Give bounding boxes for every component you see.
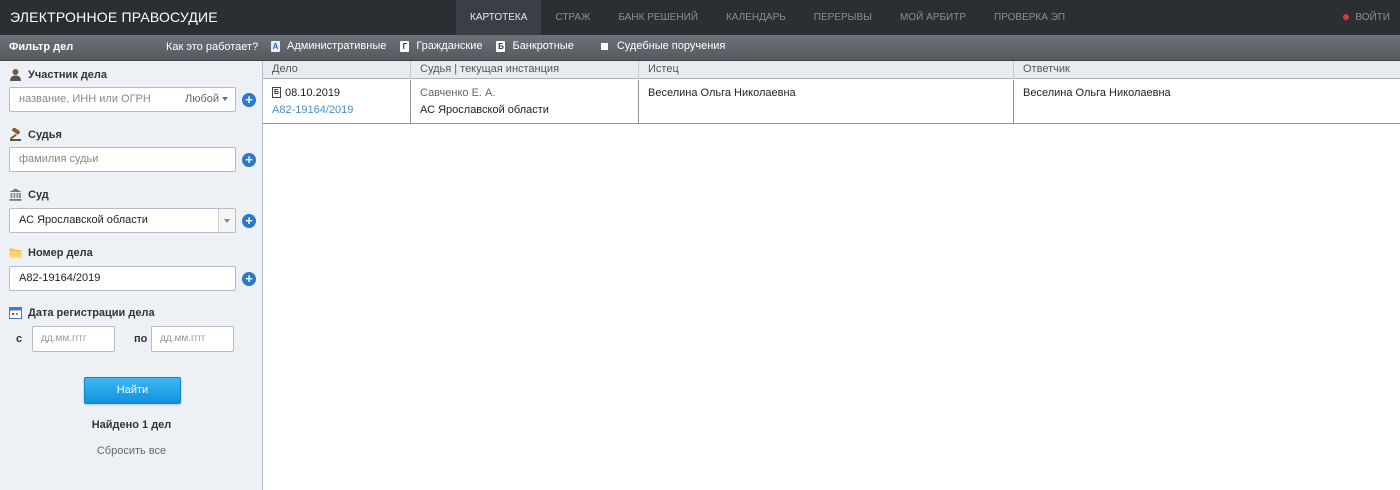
case-number-value: А82-19164/2019	[19, 272, 101, 284]
column-header-plaintiff: Истец	[639, 61, 1014, 79]
filter-court-orders[interactable]: Судебные поручения	[588, 40, 726, 52]
filter-civil[interactable]: Г Гражданские	[400, 40, 482, 52]
participant-role-value: Любой	[184, 93, 219, 105]
table-header: Дело Судья | текущая инстанция Истец Отв…	[263, 61, 1400, 79]
filter-bankruptcy[interactable]: Б Банкротные	[496, 40, 574, 52]
date-label-row: Дата регистрации дела	[9, 306, 155, 319]
filter-sidebar: Участник дела название, ИНН или ОГРН Люб…	[0, 61, 263, 490]
add-court-button[interactable]: +	[242, 214, 256, 228]
person-icon	[10, 69, 21, 81]
judge-label: Судья	[28, 128, 62, 141]
found-count: Найдено 1 дел	[91, 419, 172, 431]
participant-label-row: Участник дела	[9, 68, 107, 81]
bankruptcy-case-icon: Б	[272, 87, 281, 98]
gavel-icon	[9, 128, 21, 141]
nav-tab-bank-resheniy[interactable]: БАНК РЕШЕНИЙ	[604, 0, 712, 35]
participant-input[interactable]: название, ИНН или ОГРН Любой	[9, 87, 236, 112]
case-number-link[interactable]: А82-19164/2019	[272, 104, 353, 116]
column-header-defendant: Ответчик	[1023, 63, 1070, 75]
column-header-judge: Судья | текущая инстанция	[411, 61, 639, 79]
judge-name: Савченко Е. А.	[420, 87, 496, 99]
court-dropdown-arrow-icon[interactable]	[218, 209, 235, 232]
nav-tab-strazh[interactable]: СТРАЖ	[541, 0, 604, 35]
nav-tab-proverka-ep[interactable]: ПРОВЕРКА ЭП	[980, 0, 1079, 35]
how-it-works-link[interactable]: Как это работает?	[166, 41, 258, 53]
nav-tab-moy-arbitr[interactable]: МОЙ АРБИТР	[886, 0, 980, 35]
nav-tab-kalendar[interactable]: КАЛЕНДАРЬ	[712, 0, 800, 35]
defendant-name: Веселина Ольга Николаевна	[1023, 87, 1171, 99]
civil-doc-icon: Г	[400, 40, 410, 52]
login-label: ВОЙТИ	[1355, 12, 1390, 23]
add-participant-button[interactable]: +	[242, 93, 256, 107]
participant-role-select[interactable]: Любой	[185, 88, 228, 111]
status-dot-icon	[1343, 14, 1350, 21]
filter-administrative-label: Административные	[287, 40, 387, 52]
administrative-doc-icon: А	[271, 40, 280, 52]
date-to-input[interactable]: дд.мм.гггг	[151, 326, 234, 352]
case-number-label: Номер дела	[28, 246, 93, 259]
plaintiff-name: Веселина Ольга Николаевна	[648, 87, 796, 99]
login-link[interactable]: ВОЙТИ	[1343, 0, 1390, 35]
case-cell: Б 08.10.2019 А82-19164/2019	[263, 80, 411, 124]
court-select[interactable]: АС Ярославской области	[9, 208, 236, 233]
top-navigation-bar: ЭЛЕКТРОННОЕ ПРАВОСУДИЕ КАРТОТЕКА СТРАЖ Б…	[0, 0, 1400, 35]
column-header-case: Дело	[263, 61, 411, 79]
filter-title: Фильтр дел	[9, 41, 74, 53]
date-from-label: с	[16, 333, 23, 345]
court-orders-square-icon	[600, 42, 608, 50]
nav-tab-kartoteka[interactable]: КАРТОТЕКА	[456, 0, 542, 35]
case-date: 08.10.2019	[285, 87, 341, 99]
date-to-label: по	[134, 333, 148, 345]
judge-label-row: Судья	[9, 128, 62, 141]
participant-label: Участник дела	[28, 68, 108, 81]
judge-input[interactable]: фамилия судьи	[9, 147, 236, 172]
filter-civil-label: Гражданские	[416, 40, 483, 52]
find-button[interactable]: Найти	[84, 377, 181, 404]
plaintiff-cell: Веселина Ольга Николаевна	[639, 80, 1014, 124]
reset-all-link[interactable]: Сбросить все	[0, 445, 263, 457]
add-case-number-button[interactable]: +	[242, 272, 256, 286]
add-judge-button[interactable]: +	[242, 153, 256, 167]
defendant-cell: Веселина Ольга Николаевна	[1014, 80, 1400, 124]
filter-administrative[interactable]: А Административные	[271, 40, 386, 52]
folder-icon	[9, 248, 22, 258]
courthouse-icon	[9, 188, 22, 201]
chevron-down-icon	[222, 97, 228, 102]
filter-court-orders-label: Судебные поручения	[616, 40, 726, 52]
case-number-label-row: Номер дела	[9, 246, 93, 259]
case-type-filters: А Административные Г Гражданские Б Банкр…	[271, 40, 739, 52]
court-value: АС Ярославской области	[19, 214, 148, 226]
court-name: АС Ярославской области	[420, 104, 549, 116]
filter-bar: Фильтр дел Как это работает? А Администр…	[0, 35, 1400, 61]
participant-placeholder: название, ИНН или ОГРН	[19, 93, 151, 105]
judge-cell: Савченко Е. А. АС Ярославской области	[411, 80, 639, 124]
calendar-icon	[9, 307, 22, 319]
site-brand[interactable]: ЭЛЕКТРОННОЕ ПРАВОСУДИЕ	[10, 9, 218, 25]
date-to-placeholder: дд.мм.гггг	[160, 333, 206, 344]
date-from-placeholder: дд.мм.гггг	[41, 333, 87, 344]
filter-bankruptcy-label: Банкротные	[512, 40, 574, 52]
case-number-input[interactable]: А82-19164/2019	[9, 266, 236, 291]
date-from-input[interactable]: дд.мм.гггг	[32, 326, 115, 352]
court-label-row: Суд	[9, 188, 49, 201]
table-row[interactable]: Б 08.10.2019 А82-19164/2019 Савченко Е. …	[263, 80, 1400, 124]
bankruptcy-doc-icon: Б	[496, 40, 506, 52]
court-label: Суд	[28, 188, 49, 201]
main-nav: КАРТОТЕКА СТРАЖ БАНК РЕШЕНИЙ КАЛЕНДАРЬ П…	[456, 0, 1079, 35]
judge-placeholder: фамилия судьи	[19, 153, 99, 165]
nav-tab-pereryvy[interactable]: ПЕРЕРЫВЫ	[800, 0, 886, 35]
date-label: Дата регистрации дела	[28, 306, 155, 319]
